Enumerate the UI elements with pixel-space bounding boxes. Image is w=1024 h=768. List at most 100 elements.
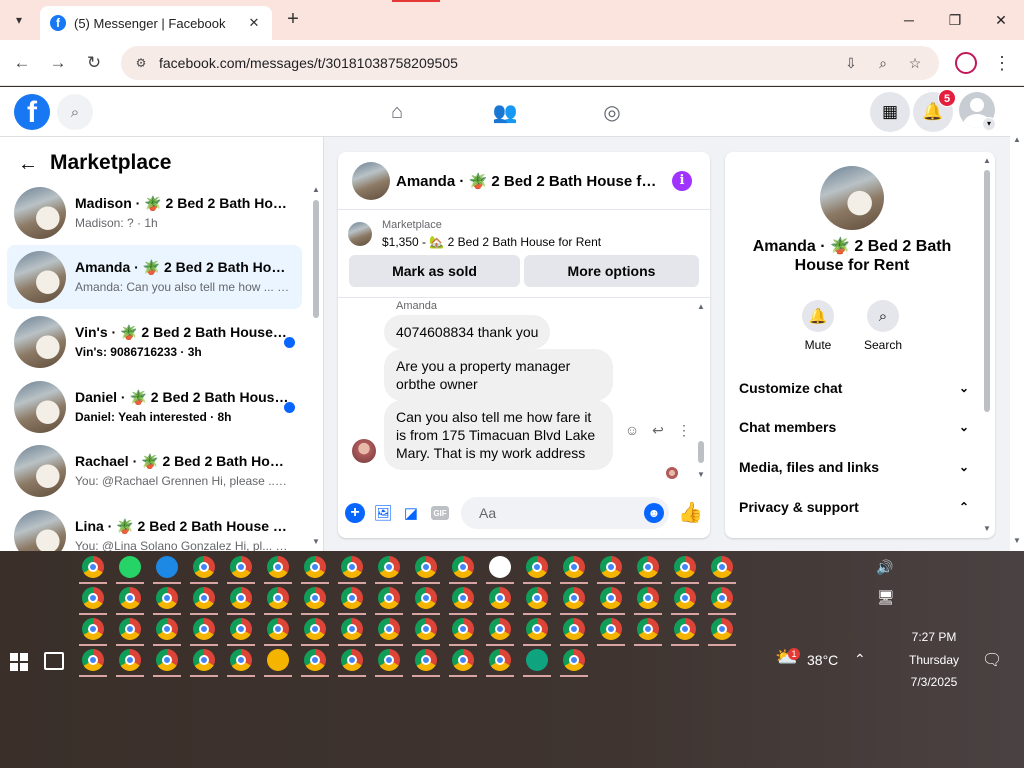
chrome-icon[interactable] xyxy=(452,618,474,640)
search-icon[interactable]: ⌕ xyxy=(57,94,93,130)
chrome-icon[interactable] xyxy=(304,618,326,640)
chrome-icon[interactable] xyxy=(415,618,437,640)
chrome-icon[interactable] xyxy=(711,618,733,640)
scroll-down-arrow-icon[interactable]: ▼ xyxy=(1013,536,1021,545)
groups-icon[interactable]: ◎ xyxy=(598,98,626,126)
scroll-down-arrow-icon[interactable]: ▼ xyxy=(312,537,320,546)
back-arrow-icon[interactable]: ← xyxy=(18,153,38,176)
scroll-up-arrow-icon[interactable]: ▲ xyxy=(983,156,991,165)
chrome-icon[interactable] xyxy=(119,649,141,671)
reply-icon[interactable]: ↩ xyxy=(648,420,668,440)
chrome-icon[interactable] xyxy=(267,618,289,640)
chrome-icon[interactable] xyxy=(82,649,104,671)
emoji-icon[interactable]: ☻ xyxy=(644,503,664,523)
sender-avatar[interactable] xyxy=(352,439,376,463)
chrome-icon[interactable] xyxy=(415,587,437,609)
more-actions-icon[interactable]: ⋮ xyxy=(674,420,694,440)
more-options-button[interactable]: More options xyxy=(524,255,699,287)
page-scrollbar[interactable]: ▲ ▼ xyxy=(1010,87,1024,551)
scrollbar-thumb[interactable] xyxy=(698,441,704,463)
chrome-icon[interactable] xyxy=(563,587,585,609)
chrome-icon[interactable] xyxy=(452,556,474,578)
menu-grid-icon[interactable]: ▦ xyxy=(870,92,910,132)
chrome-icon[interactable] xyxy=(378,587,400,609)
scroll-down-arrow-icon[interactable]: ▼ xyxy=(697,470,705,479)
mark-as-sold-button[interactable]: Mark as sold xyxy=(349,255,520,287)
conversation-item-vins[interactable]: Vin's · 🪴 2 Bed 2 Bath House for Rent Vi… xyxy=(7,310,302,374)
chrome-icon[interactable] xyxy=(489,649,511,671)
scroll-up-arrow-icon[interactable]: ▲ xyxy=(697,302,705,311)
chrome-icon[interactable] xyxy=(193,556,215,578)
site-info-icon[interactable]: ⚙ xyxy=(133,55,149,71)
message-bubble[interactable]: 4074608834 thank you xyxy=(384,315,551,349)
chrome-icon[interactable] xyxy=(526,618,548,640)
listing-price-title[interactable]: $1,350 - 🏡 2 Bed 2 Bath House for Rent xyxy=(382,235,601,249)
chrome-icon[interactable] xyxy=(193,618,215,640)
capcut-icon[interactable] xyxy=(489,556,511,578)
info-icon[interactable]: i xyxy=(672,171,692,191)
chrome-icon[interactable] xyxy=(526,556,548,578)
chrome-icon[interactable] xyxy=(341,556,363,578)
chrome-icon[interactable] xyxy=(489,587,511,609)
scroll-up-arrow-icon[interactable]: ▲ xyxy=(312,185,320,194)
chrome-icon[interactable] xyxy=(526,587,548,609)
sticker-icon[interactable]: ◪ xyxy=(401,503,421,523)
chrome-icon[interactable] xyxy=(193,587,215,609)
media-files-links-section[interactable]: Media, files and links ⌄ xyxy=(739,456,969,478)
home-icon[interactable]: ⌂ xyxy=(383,98,411,126)
listing-thumbnail[interactable] xyxy=(348,222,372,246)
zoom-icon[interactable]: ⌕ xyxy=(870,46,896,80)
close-tab-icon[interactable]: ✕ xyxy=(246,15,262,31)
minimize-window-button[interactable]: ─ xyxy=(886,6,932,34)
chrome-icon[interactable] xyxy=(415,649,437,671)
chrome-icon[interactable] xyxy=(452,587,474,609)
friends-icon[interactable]: 👥 xyxy=(491,98,519,126)
windows-start-icon[interactable] xyxy=(10,653,28,671)
app-icon[interactable] xyxy=(526,649,548,671)
mute-button[interactable]: 🔔 Mute xyxy=(788,300,848,352)
action-center-icon[interactable]: 🗨 xyxy=(982,650,1002,670)
chrome-icon[interactable] xyxy=(563,618,585,640)
message-bubble[interactable]: Are you a property manager orbthe owner xyxy=(384,349,613,401)
chrome-icon[interactable] xyxy=(341,618,363,640)
chrome-icon[interactable] xyxy=(304,587,326,609)
chrome-icon[interactable] xyxy=(600,587,622,609)
react-emoji-icon[interactable]: ☺ xyxy=(622,420,642,440)
whatsapp-icon[interactable] xyxy=(119,556,141,578)
chrome-icon[interactable] xyxy=(304,649,326,671)
close-window-button[interactable]: ✕ xyxy=(978,6,1024,34)
photo-icon[interactable]: 🖼 xyxy=(373,503,393,523)
gif-icon[interactable]: GIF xyxy=(431,506,449,520)
privacy-support-section[interactable]: Privacy & support ⌃ xyxy=(739,496,969,518)
chrome-icon[interactable] xyxy=(267,587,289,609)
chrome-icon[interactable] xyxy=(563,649,585,671)
address-bar[interactable]: ⚙ facebook.com/messages/t/30181038758209… xyxy=(121,46,939,80)
clock-day[interactable]: Thursday xyxy=(890,653,978,667)
message-input[interactable]: Aa xyxy=(461,497,669,529)
weather-temperature[interactable]: 38°C xyxy=(807,652,838,668)
chat-listing-thumbnail[interactable] xyxy=(352,162,390,200)
chrome-icon[interactable] xyxy=(452,649,474,671)
conversation-item-madison[interactable]: Madison · 🪴 2 Bed 2 Bath House for Rent … xyxy=(7,181,302,245)
chrome-icon[interactable] xyxy=(674,556,696,578)
chrome-icon[interactable] xyxy=(230,618,252,640)
chrome-icon[interactable] xyxy=(711,587,733,609)
chrome-icon[interactable] xyxy=(82,556,104,578)
tab-search-dropdown-icon[interactable]: ▾ xyxy=(6,8,32,32)
scroll-up-arrow-icon[interactable]: ▲ xyxy=(1013,135,1021,144)
chrome-icon[interactable] xyxy=(378,618,400,640)
chrome-icon[interactable] xyxy=(600,618,622,640)
scrollbar-thumb[interactable] xyxy=(984,170,990,412)
chrome-icon[interactable] xyxy=(304,556,326,578)
thumbs-up-icon[interactable]: 👍 xyxy=(678,502,703,524)
chrome-icon[interactable] xyxy=(230,556,252,578)
chrome-icon[interactable] xyxy=(378,556,400,578)
chrome-icon[interactable] xyxy=(341,649,363,671)
facebook-logo-icon[interactable]: f xyxy=(14,94,50,130)
chrome-icon[interactable] xyxy=(637,618,659,640)
browser-menu-icon[interactable]: ⋮ xyxy=(992,51,1012,75)
chrome-icon[interactable] xyxy=(674,618,696,640)
chrome-icon[interactable] xyxy=(156,618,178,640)
chrome-icon[interactable] xyxy=(341,587,363,609)
show-hidden-icons-chevron-icon[interactable]: ⌃ xyxy=(854,651,866,668)
